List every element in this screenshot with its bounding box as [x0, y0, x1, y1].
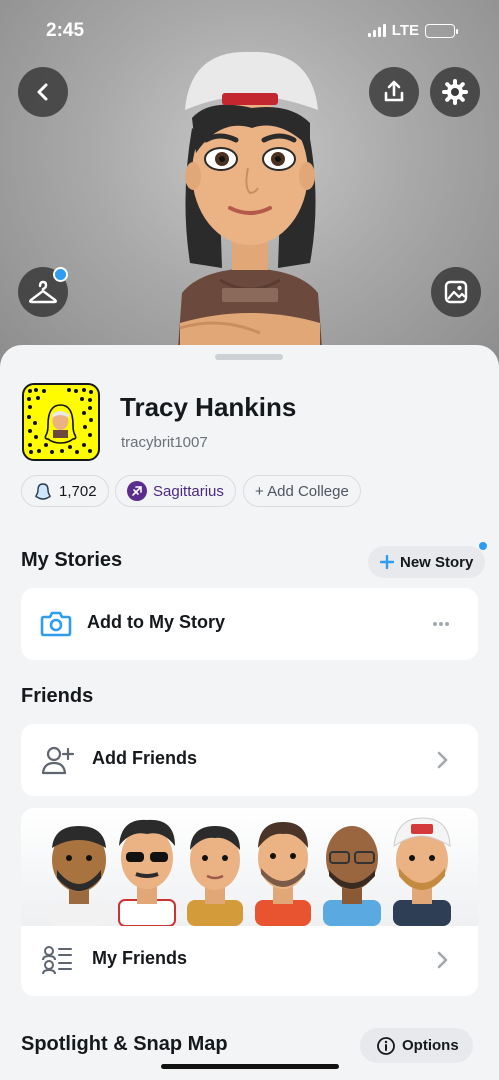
zodiac-icon [127, 481, 147, 501]
network-label: LTE [391, 22, 419, 39]
new-story-label: New Story [400, 553, 474, 571]
battery-icon [425, 23, 458, 38]
my-stories-title: My Stories [21, 549, 123, 571]
friend-bitmoji [393, 817, 451, 926]
zodiac-label: Sagittarius [153, 482, 224, 500]
status-bar: 2:45 LTE [0, 0, 499, 62]
zodiac-chip[interactable]: Sagittarius [115, 475, 236, 507]
background-button[interactable] [431, 267, 481, 317]
my-friends-label: My Friends [92, 948, 188, 968]
chevron-right-icon [437, 751, 448, 769]
ghost-icon [35, 483, 51, 500]
add-to-story-label: Add to My Story [87, 612, 225, 632]
options-button[interactable]: Options [360, 1028, 473, 1063]
share-icon [384, 80, 404, 102]
sheet-handle[interactable] [215, 354, 283, 360]
friend-bitmoji [323, 826, 381, 926]
share-button[interactable] [369, 67, 419, 117]
snapcode[interactable] [22, 383, 100, 461]
display-name: Tracy Hankins [120, 392, 297, 422]
add-friends-card[interactable]: Add Friends [21, 724, 478, 796]
add-college-chip[interactable]: + Add College [243, 475, 361, 507]
add-friend-icon [41, 746, 75, 775]
username[interactable]: tracybrit1007 [121, 434, 208, 451]
add-college-label: + Add College [255, 482, 349, 500]
profile-header: 2:45 LTE [0, 0, 499, 380]
outfit-button[interactable] [18, 267, 68, 317]
add-friends-label: Add Friends [92, 748, 198, 768]
plus-icon [380, 555, 394, 569]
friend-bitmoji [118, 819, 176, 927]
my-friends-card[interactable]: My Friends [21, 808, 478, 996]
back-icon [37, 83, 48, 101]
bitmoji-avatar[interactable] [160, 48, 340, 348]
friend-bitmoji [187, 826, 243, 926]
status-indicators: LTE [367, 22, 458, 39]
snapcode-dots [27, 388, 93, 454]
settings-button[interactable] [430, 67, 480, 117]
signal-icon [367, 24, 386, 37]
back-button[interactable] [18, 67, 68, 117]
friends-list-icon [42, 946, 72, 975]
hanger-icon [29, 280, 57, 304]
status-time: 2:45 [46, 20, 85, 41]
settings-icon [442, 79, 468, 105]
photo-icon [444, 280, 468, 304]
spotlight-title: Spotlight & Snap Map [21, 1033, 228, 1055]
options-label: Options [402, 1037, 459, 1054]
new-story-dot [479, 542, 488, 550]
friend-bitmoji [51, 826, 107, 926]
friend-bitmoji [255, 822, 311, 926]
add-to-story-card[interactable]: Add to My Story [21, 588, 478, 660]
chevron-right-icon [437, 951, 448, 969]
snap-score-chip[interactable]: 1,702 [21, 475, 109, 507]
info-icon [377, 1036, 395, 1055]
snap-score-value: 1,702 [59, 482, 97, 500]
profile-sheet: Tracy Hankins tracybrit1007 1,702 Sagitt… [0, 345, 499, 1080]
more-icon[interactable] [432, 621, 450, 627]
new-story-button[interactable]: New Story [368, 542, 488, 578]
friends-title: Friends [21, 685, 94, 707]
friends-bitmoji-strip [21, 808, 478, 927]
notification-dot [53, 267, 68, 282]
home-indicator[interactable] [161, 1064, 339, 1069]
camera-icon [40, 611, 72, 637]
